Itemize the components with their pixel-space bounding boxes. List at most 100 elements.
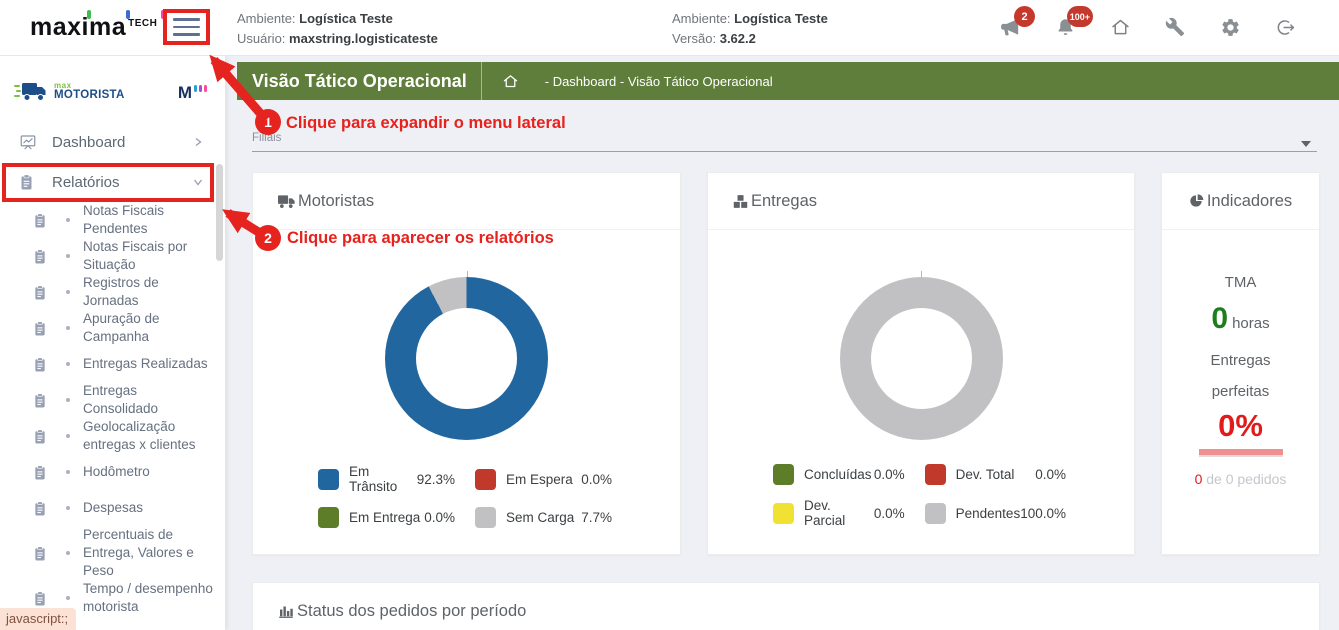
submenu-item-notas-fiscais-situacao[interactable]: Notas Fiscais por Situação bbox=[0, 238, 225, 274]
clipboard-icon bbox=[33, 545, 47, 562]
annotation-step-1-text: Clique para expandir o menu lateral bbox=[286, 114, 566, 132]
legend-label: Pendentes bbox=[955, 505, 1021, 521]
perfect-deliveries-label-2: perfeitas bbox=[1211, 383, 1270, 400]
entregas-donut-chart bbox=[839, 271, 1003, 440]
bullet-dot bbox=[66, 254, 70, 258]
sidebar-logo-text: max MOTORISTA bbox=[54, 82, 125, 102]
card-title-text: Entregas bbox=[751, 191, 818, 210]
legend-swatch bbox=[475, 468, 496, 490]
legend-swatch bbox=[924, 502, 946, 524]
legend-value: 0.0% bbox=[424, 510, 455, 525]
submenu-item-apuracao-campanha[interactable]: Apuração de Campanha bbox=[0, 310, 225, 346]
annotation-highlight-box-menu bbox=[163, 9, 210, 45]
submenu-item-hodometro[interactable]: Hodômetro bbox=[0, 454, 225, 490]
legend-value: 0.0% bbox=[1035, 467, 1066, 482]
submenu-item-entregas-consolidado[interactable]: Entregas Consolidado bbox=[0, 382, 225, 418]
submenu-item-despesas[interactable]: Despesas bbox=[0, 490, 225, 526]
legend-label: Dev. Parcial bbox=[804, 498, 846, 528]
announcements-button[interactable]: 2 bbox=[998, 6, 1035, 39]
filiais-underline bbox=[252, 151, 1317, 152]
legend-label: Dev. Total bbox=[955, 467, 1015, 482]
legend-item: Sem Carga 7.7% bbox=[475, 507, 612, 528]
donut-tick bbox=[466, 271, 468, 277]
m-logo: M bbox=[178, 84, 207, 101]
bullet-dot bbox=[66, 506, 70, 510]
bullet-dot bbox=[66, 434, 70, 438]
motoristas-donut-chart bbox=[385, 271, 548, 440]
notifications-button[interactable]: 100+ bbox=[1053, 6, 1093, 39]
sidebar-item-relatorios[interactable]: Relatórios bbox=[0, 166, 225, 198]
submenu-label: Tempo / desempenho motorista bbox=[83, 581, 213, 614]
submenu-label: Notas Fiscais Pendentes bbox=[83, 203, 165, 236]
legend-label: Em Entrega bbox=[349, 510, 421, 525]
sidebar-scrollbar[interactable] bbox=[216, 164, 223, 261]
clipboard-icon bbox=[33, 464, 47, 481]
perfect-deliveries-percent: 0% bbox=[1218, 408, 1263, 443]
legend-label: Em Espera bbox=[506, 471, 573, 487]
legend-swatch bbox=[773, 464, 794, 485]
clipboard-icon bbox=[33, 500, 47, 517]
app-root: maxima TECH Ambiente: Logística Teste Usu… bbox=[0, 0, 1339, 630]
home-icon bbox=[1111, 19, 1129, 34]
submenu-label: Percentuais de Entrega, Valores e Peso bbox=[83, 527, 194, 578]
motoristas-legend: Em Trânsito 92.3% Em Espera 0.0% Em Entreg… bbox=[253, 464, 680, 528]
perfect-deliveries-detail: 0 de 0 pedidos bbox=[1162, 471, 1319, 487]
env-label-2: Ambiente: bbox=[672, 11, 731, 26]
submenu-item-geolocalizacao[interactable]: Geolocalização entregas x clientes bbox=[0, 418, 225, 454]
clipboard-icon bbox=[33, 284, 47, 301]
legend-item: Pendentes 100.0% bbox=[924, 498, 1066, 528]
submenu-item-percentuais[interactable]: Percentuais de Entrega, Valores e Peso bbox=[0, 526, 225, 580]
tma-unit: horas bbox=[1232, 315, 1270, 332]
clipboard-icon bbox=[33, 428, 47, 445]
sidebar: max MOTORISTA M Dashboard Relatórios Not… bbox=[0, 56, 225, 630]
version-info: Ambiente: Logística Teste Versão: 3.62.2 bbox=[672, 9, 828, 49]
bullet-dot bbox=[66, 362, 70, 366]
submenu-label: Notas Fiscais por Situação bbox=[83, 239, 188, 272]
environment-info: Ambiente: Logística Teste Usuário: maxst… bbox=[237, 9, 438, 49]
env-label: Ambiente: bbox=[237, 11, 296, 26]
legend-item: Em Trânsito 92.3% bbox=[318, 464, 455, 494]
legend-item: Dev. Total 0.0% bbox=[924, 464, 1066, 485]
truck-icon bbox=[278, 194, 295, 208]
user-value: maxstring.logisticateste bbox=[289, 31, 438, 46]
detail-text: de 0 pedidos bbox=[1202, 471, 1287, 487]
card-title-text: Motoristas bbox=[298, 191, 375, 210]
version-value: 3.62.2 bbox=[719, 31, 756, 46]
logout-button[interactable] bbox=[1273, 15, 1297, 39]
sidebar-item-label: Dashboard bbox=[52, 133, 126, 151]
indicadores-body: TMA 0 horas Entregas perfeitas 0% 0 de 0 … bbox=[1162, 274, 1319, 487]
legend-value: 92.3% bbox=[416, 471, 455, 487]
annotation-step-1-badge: 1 bbox=[255, 109, 281, 135]
status-card-title: Status dos pedidos por período bbox=[277, 602, 526, 621]
motoristas-card-header: Motoristas bbox=[253, 173, 680, 230]
legend-item: Dev. Parcial 0.0% bbox=[773, 498, 905, 528]
submenu-item-notas-fiscais-pendentes[interactable]: Notas Fiscais Pendentes bbox=[0, 202, 225, 238]
home-icon bbox=[503, 74, 517, 87]
clipboard-icon bbox=[33, 392, 47, 409]
legend-swatch bbox=[773, 502, 794, 524]
main-content: Visão Tático Operacional - Dashboard - V… bbox=[225, 56, 1339, 630]
settings-button[interactable] bbox=[1218, 15, 1242, 39]
bullet-dot bbox=[66, 596, 70, 600]
legend-value: 0.0% bbox=[873, 505, 905, 521]
bullet-dot bbox=[66, 218, 70, 222]
sidebar-toggle-button[interactable] bbox=[173, 18, 200, 36]
submenu-label: Entregas Realizadas bbox=[83, 356, 208, 371]
submenu-item-entregas-realizadas[interactable]: Entregas Realizadas bbox=[0, 346, 225, 382]
notifications-badge: 100+ bbox=[1066, 6, 1093, 27]
chevron-down-icon bbox=[193, 177, 203, 187]
filiais-select[interactable]: Filiais bbox=[252, 132, 1317, 152]
tma-label: TMA bbox=[1224, 274, 1257, 291]
submenu-item-registros-jornadas[interactable]: Registros de Jornadas bbox=[0, 274, 225, 310]
breadcrumb-home-button[interactable] bbox=[502, 73, 519, 90]
filiais-label: Filiais bbox=[252, 132, 282, 144]
home-button[interactable] bbox=[1108, 15, 1132, 39]
clipboard-icon bbox=[33, 320, 47, 337]
sidebar-item-dashboard[interactable]: Dashboard bbox=[0, 126, 225, 158]
clipboard-icon bbox=[33, 212, 47, 229]
legend-swatch bbox=[924, 464, 946, 485]
tools-button[interactable] bbox=[1163, 15, 1187, 39]
donut-tick bbox=[921, 271, 922, 277]
clipboard-icon bbox=[19, 173, 37, 191]
motoristas-card-title: Motoristas bbox=[277, 192, 374, 211]
